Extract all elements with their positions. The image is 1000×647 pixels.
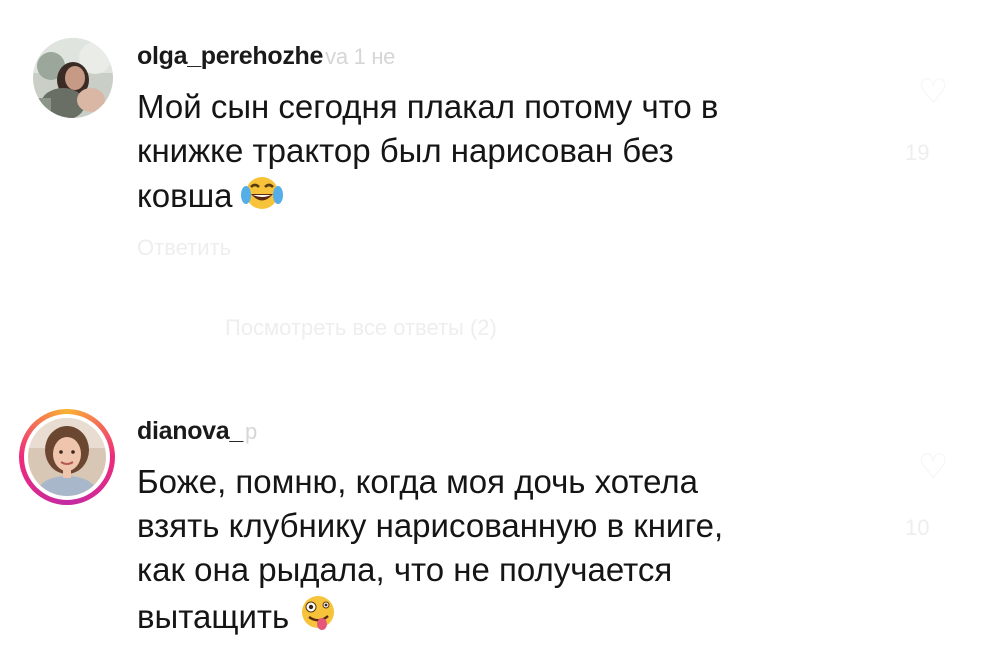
avatar[interactable] [33,38,113,118]
view-replies-link[interactable]: Посмотреть все ответы (2) [225,315,497,341]
heart-icon[interactable]: ♡ [918,447,948,487]
like-count: 19 [905,140,930,165]
comments-screen: olga_perehozheva 1 не Мой сын сегодня пл… [0,0,1000,647]
reply-button[interactable]: Ответить [137,235,231,261]
avatar[interactable] [19,409,115,505]
comment-text: Мой сын сегодня плакал потому что в книж… [137,85,837,224]
comment-line: Мой сын сегодня плакал потому что в [137,88,719,125]
comment-line-text: ковша [137,177,233,214]
comment-line: взять клубнику нарисованную в книге, [137,507,724,544]
comment-line-last: вытащить [137,592,837,645]
comment-text: Боже, помню, когда моя дочь хотела взять… [137,460,837,645]
avatar-photo [28,418,106,496]
username-text[interactable]: olga_perehozhe [137,42,323,70]
username-overflow: р [244,419,257,444]
heart-icon[interactable]: ♡ [918,72,948,112]
face-with-tears-of-joy-icon [240,173,283,224]
username[interactable]: olga_perehozheva 1 не [137,42,395,71]
comment-line-text: вытащить [137,598,290,635]
comment-line-last: ковша [137,173,837,224]
avatar-photo [33,38,113,118]
like-count: 10 [905,515,930,540]
username[interactable]: dianova_р [137,417,257,446]
comment-line: книжке трактор был нарисован без [137,132,674,169]
zany-face-icon [297,592,339,645]
comment-line: Боже, помню, когда моя дочь хотела [137,463,698,500]
comment-line: как она рыдала, что не получается [137,551,673,588]
username-overflow: va 1 не [325,44,396,69]
username-text[interactable]: dianova_ [137,417,243,445]
